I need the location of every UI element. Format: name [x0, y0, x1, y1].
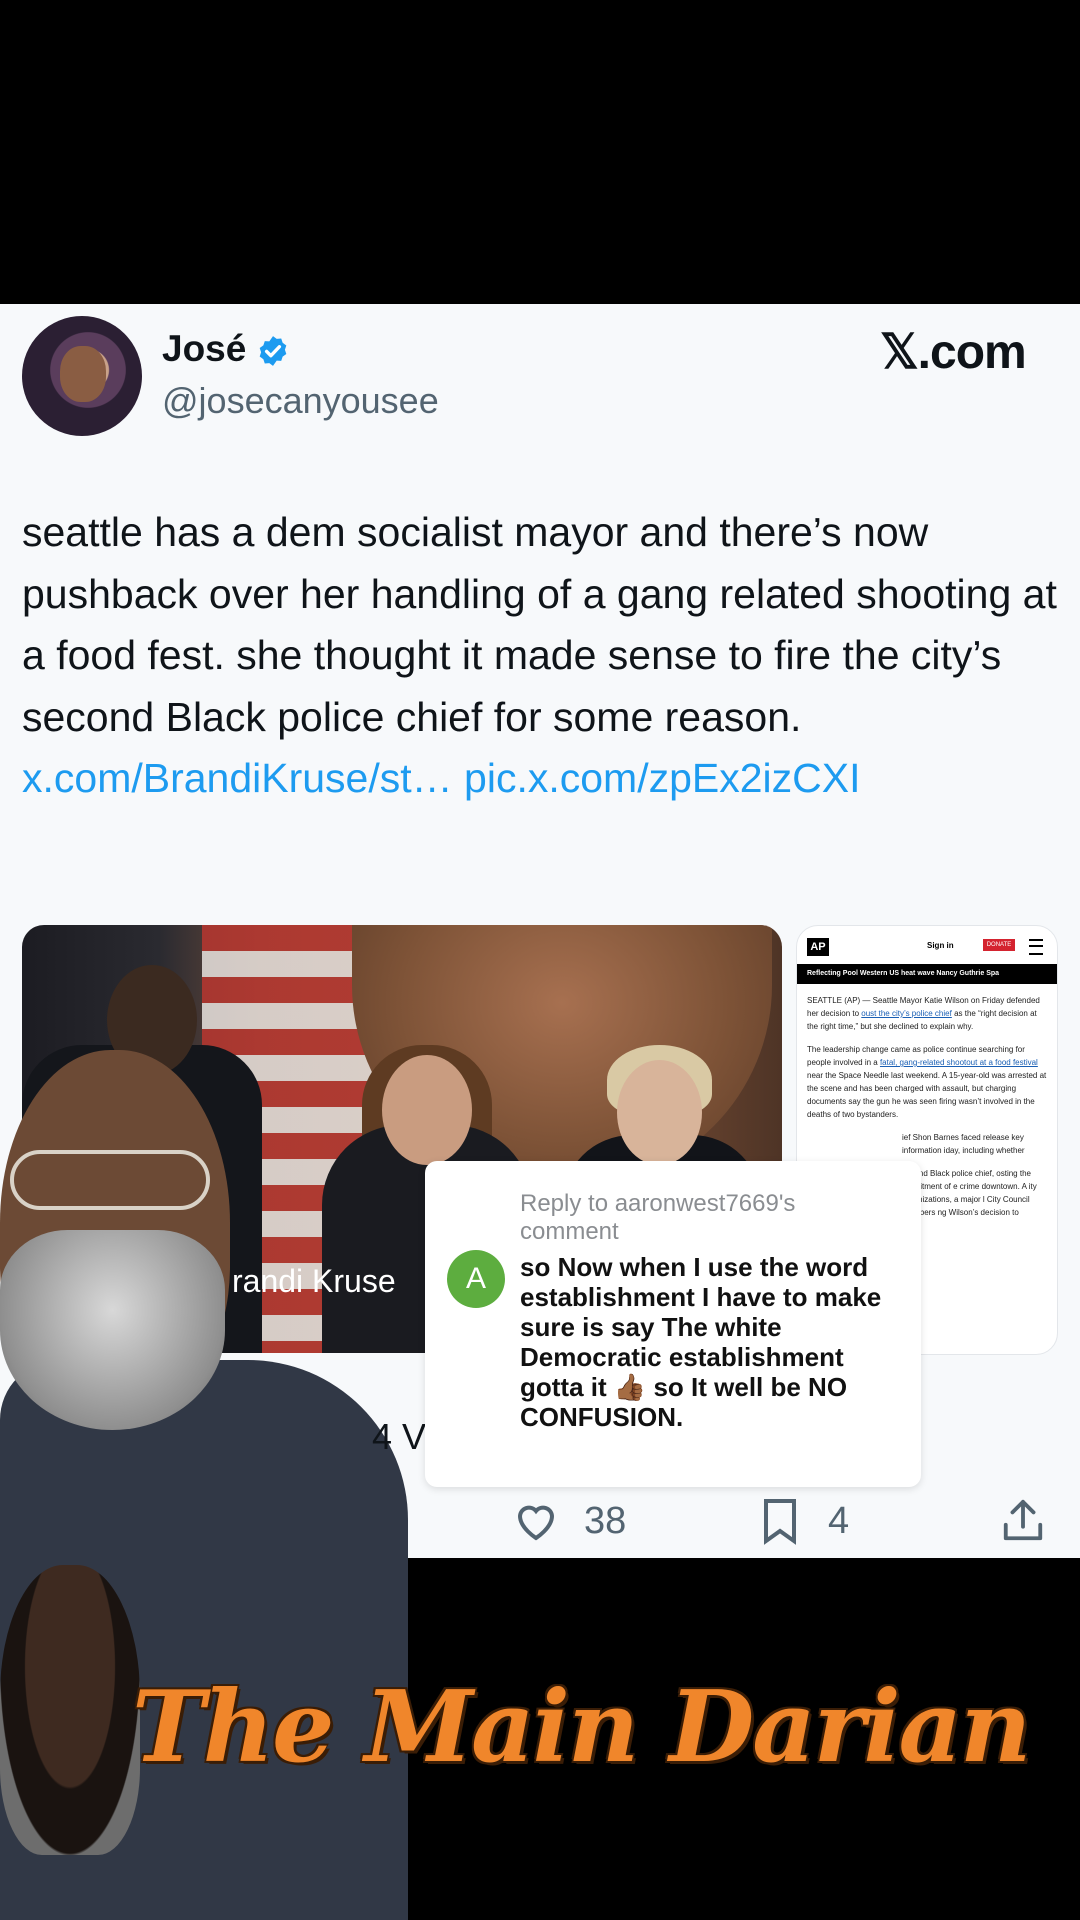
x-logo: 𝕏.com	[880, 326, 1027, 379]
like-heart-icon[interactable]	[510, 1497, 562, 1545]
brand-title: The Main Darian	[132, 1670, 1031, 1785]
ap-link: oust the city’s police chief	[861, 1009, 952, 1018]
commenter-avatar: A	[447, 1250, 505, 1308]
ap-paragraph-3: ief Shon Barnes faced release key inform…	[902, 1133, 1025, 1155]
chief-head	[617, 1060, 702, 1165]
speaker-head	[382, 1055, 472, 1165]
ap-link: fatal, gang-related shootout at a food f…	[879, 1058, 1038, 1067]
like-count: 38	[584, 1500, 627, 1542]
verified-badge-icon	[259, 336, 287, 366]
author-handle[interactable]: @josecanyousee	[162, 380, 439, 422]
ap-signin: Sign in	[927, 941, 954, 950]
reply-to-label: Reply to aaronwest7669's comment	[520, 1190, 796, 1245]
tweet-body: seattle has a dem socialist mayor and th…	[22, 509, 1057, 740]
ap-nav-bar: Reflecting Pool Western US heat wave Nan…	[797, 964, 1057, 984]
author-avatar[interactable]	[22, 316, 142, 436]
media-caption: randi Kruse	[232, 1263, 396, 1299]
author-name[interactable]: José	[162, 328, 246, 370]
share-icon[interactable]	[1000, 1496, 1046, 1546]
bookmark-icon[interactable]	[760, 1496, 800, 1546]
ap-donate-button: DONATE	[983, 939, 1015, 951]
creator-glasses	[10, 1150, 210, 1210]
quoted-link[interactable]: x.com/BrandiKruse/st…	[22, 755, 453, 801]
ap-text: near the Space Needle last weekend. A 15…	[807, 1071, 1047, 1119]
bookmark-count: 4	[828, 1500, 850, 1542]
hamburger-menu-icon	[1029, 939, 1043, 955]
ap-paragraph-2: The leadership change came as police con…	[807, 1043, 1047, 1121]
brand-avatar	[0, 1565, 140, 1855]
comment-text: so Now when I use the word establishment…	[520, 1252, 882, 1432]
ap-logo: AP	[807, 938, 829, 956]
creator-beard	[0, 1230, 225, 1430]
views-count-partial: 4 V	[372, 1416, 427, 1457]
ap-paragraph-1: SEATTLE (AP) — Seattle Mayor Katie Wilso…	[807, 994, 1047, 1033]
pic-link[interactable]: pic.x.com/zpEx2izCXI	[464, 755, 860, 801]
tweet-text: seattle has a dem socialist mayor and th…	[22, 502, 1062, 810]
